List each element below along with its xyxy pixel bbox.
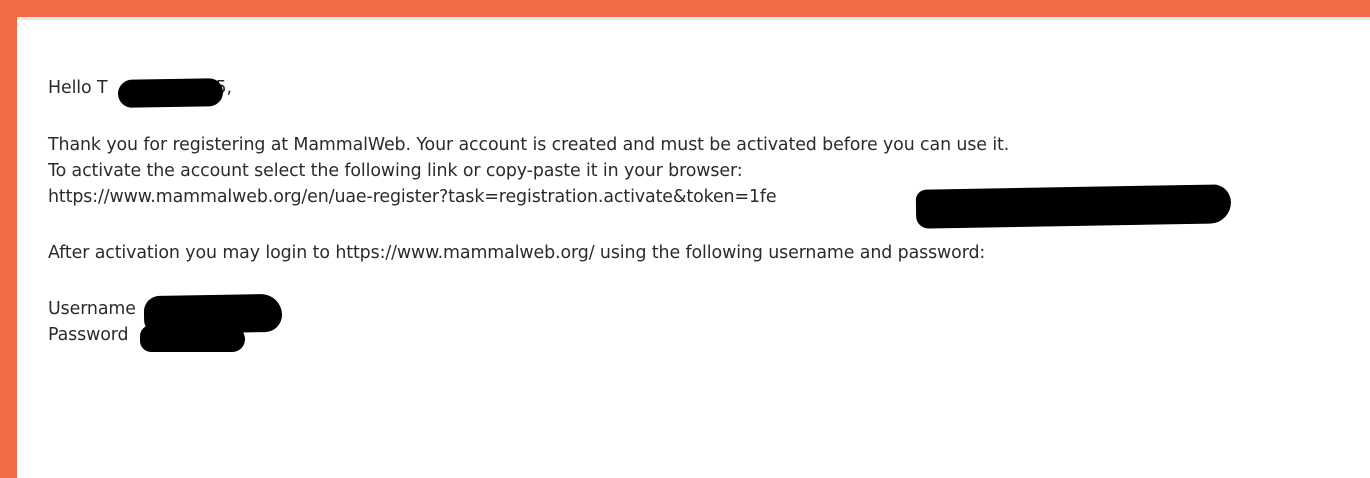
email-message-panel: Hello T 5, Thank you for registering at M… — [17, 17, 1370, 478]
greeting-text: Hello T — [48, 78, 108, 98]
password-line: Password — [48, 322, 1112, 352]
token-redaction — [915, 184, 1232, 229]
top-frame-border — [0, 0, 1370, 17]
activation-link-text[interactable]: https://www.mammalweb.org/en/uae-registe… — [48, 187, 777, 207]
registration-message-line: Thank you for registering at MammalWeb. … — [48, 132, 1112, 158]
activation-link-line: https://www.mammalweb.org/en/uae-registe… — [48, 184, 1232, 229]
greeting-line: Hello T 5, — [48, 75, 1112, 108]
username-line: Username — [48, 293, 1112, 335]
activation-instruction-text: To activate the account select the follo… — [48, 161, 743, 181]
activation-instruction-line: To activate the account select the follo… — [48, 158, 1112, 184]
password-label: Password — [48, 325, 129, 345]
login-message-line: After activation you may login to https:… — [48, 240, 1112, 266]
registration-message-text: Thank you for registering at MammalWeb. … — [48, 135, 1010, 155]
name-redaction — [117, 78, 224, 108]
email-body: Hello T 5, Thank you for registering at M… — [48, 75, 1232, 352]
username-label: Username — [48, 299, 136, 319]
password-redaction — [140, 325, 245, 352]
left-frame-border — [0, 0, 17, 478]
login-message-text: After activation you may login to https:… — [48, 243, 986, 263]
